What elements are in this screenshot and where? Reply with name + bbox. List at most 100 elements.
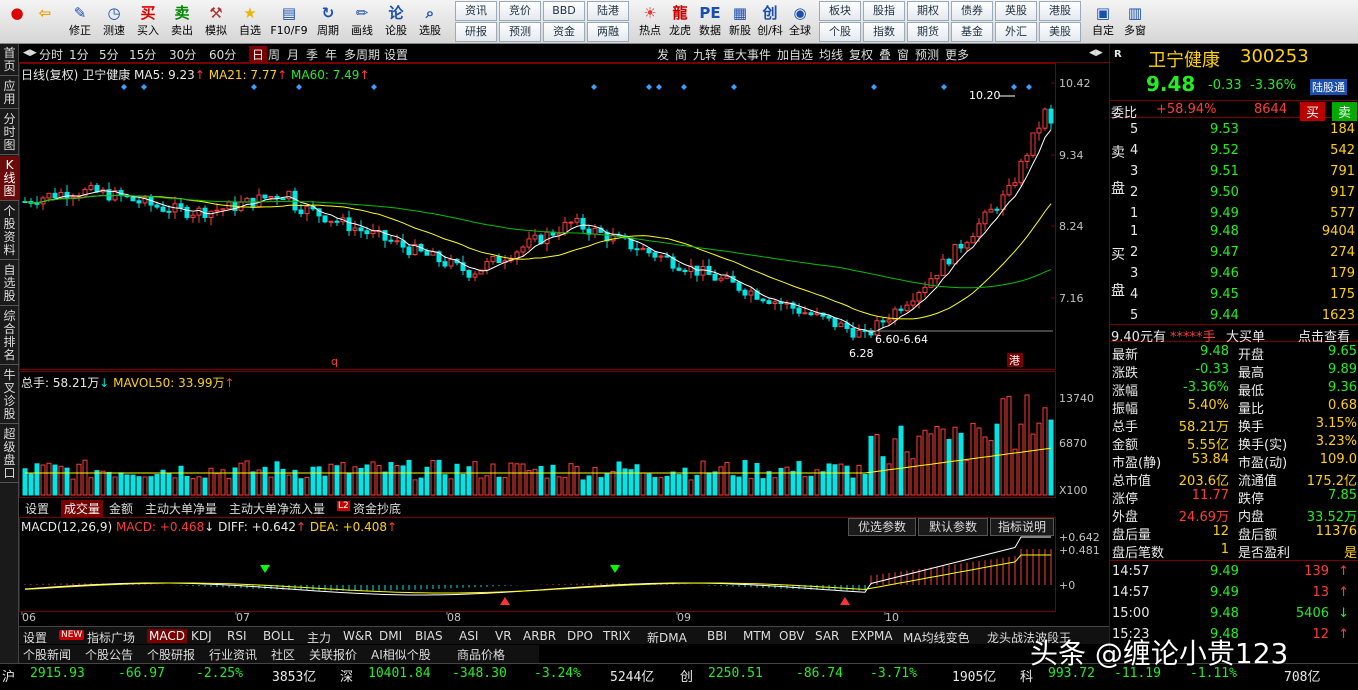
toolbar-button-画线[interactable]: ✏ 画线 [345,2,379,42]
chart-tool-窗[interactable]: 窗 [897,46,909,63]
indicator-tab-13[interactable]: DPO [567,629,593,643]
news-tab-7[interactable]: 商品价格 [457,646,505,663]
toolbar-button-卖出[interactable]: 卖卖出 [165,2,199,42]
macd-btn-1[interactable]: 默认参数 [918,518,988,536]
indicator-tab-12[interactable]: ARBR [523,629,556,643]
chart-tool-均线[interactable]: 均线 [819,46,843,63]
sidebar-tab-6[interactable]: 综合排名 [0,307,19,365]
toolbar-button-新股[interactable]: ▦ 新股 [725,2,755,42]
toolbar-link-期权[interactable]: 期权 [907,1,949,21]
toolbar-button-测速[interactable]: ◷ 测速 [97,2,131,42]
toolbar-button-F10/F9[interactable]: ▤ F10/F9 [267,2,311,42]
period-tab-周[interactable]: 周 [268,46,280,63]
news-tab-6[interactable]: AI相似个股 [371,646,431,663]
sidebar-tab-7[interactable]: 牛叉诊股 [0,366,19,424]
chart-tool-重大事件[interactable]: 重大事件 [723,46,771,63]
sidebar-tab-1[interactable]: 应用 [0,77,19,109]
toolbar-button-周期[interactable]: ↻ 周期 [311,2,345,42]
sub-tab-5[interactable]: 资金抄底 [353,500,401,517]
toolbar-button-全球[interactable]: ◉ 全球 [785,2,815,42]
period-tab-15分[interactable]: 15分 [129,46,156,63]
news-tab-2[interactable]: 个股研报 [147,646,195,663]
indicator-tab-14[interactable]: TRIX [603,629,630,643]
toolbar-button-自选[interactable]: ★ 自选 [233,2,267,42]
period-tab-分时[interactable]: 分时 [39,46,63,63]
toolbar-link-股指[interactable]: 股指 [863,1,905,21]
indicator-tab-20[interactable]: EXPMA [851,629,893,643]
indicator-tab-18[interactable]: OBV [779,629,805,643]
toolbar-link-个股[interactable]: 个股 [819,22,861,42]
sub-tab-2[interactable]: 金额 [109,500,133,517]
indicator-tab-21[interactable]: MA均线变色 [903,629,970,646]
chart-tool-简[interactable]: 简 [675,46,687,63]
indicator-tab-17[interactable]: MTM [743,629,771,643]
toolbar-link-预测[interactable]: 预测 [499,22,541,42]
sub-tab-0[interactable]: 设置 [25,500,49,517]
sidebar-tab-8[interactable]: 超级盘口 [0,425,19,483]
sub-tab-3[interactable]: 主动大单净量 [145,500,217,517]
period-tab-1分[interactable]: 1分 [69,46,89,63]
period-tab-30分[interactable]: 30分 [169,46,196,63]
sell-button[interactable]: 卖 [1332,102,1358,121]
macd-btn-2[interactable]: 指标说明 [990,518,1054,536]
sidebar-tab-2[interactable]: 分时图 [0,110,19,155]
indicator-tab-11[interactable]: VR [495,629,512,643]
news-tab-5[interactable]: 关联报价 [309,646,357,663]
toolbar-button-选股[interactable]: ⌕ 选股 [413,2,447,42]
sidebar-tab-4[interactable]: 个股资料 [0,202,19,260]
macd-btn-0[interactable]: 优选参数 [848,518,916,536]
indicator-tab-5[interactable]: BOLL [263,629,294,643]
toolbar-link-BBD[interactable]: BBD [543,1,585,21]
scroll-arrows-icon[interactable]: ◀▶ [23,48,37,58]
period-tab-5分[interactable]: 5分 [99,46,119,63]
indicator-tab-9[interactable]: BIAS [415,629,443,643]
toolbar-link-美股[interactable]: 美股 [1039,22,1081,42]
kline-chart[interactable]: 10.42 9.34 8.24 7.16 10.20 6.286.60-6.64 q 港 137… [19,63,1109,625]
toolbar-link-资金[interactable]: 资金 [543,22,585,42]
toolbar-link-指数[interactable]: 指数 [863,22,905,42]
toolbar-button-论股[interactable]: 论论股 [379,2,413,42]
indicator-tab-19[interactable]: SAR [815,629,839,643]
chart-tool-加自选[interactable]: 加自选 [777,46,813,63]
chart-tool-发[interactable]: 发 [657,46,669,63]
toolbar-button-back-arrow-icon[interactable]: ⇦ [31,2,59,42]
toolbar-button-龙虎[interactable]: 龍龙虎 [665,2,695,42]
toolbar-link-竞价[interactable]: 竞价 [499,1,541,21]
indicator-tab-1[interactable]: 指标广场 [87,629,135,646]
sidebar-tab-3[interactable]: K线图 [0,156,19,201]
news-tab-4[interactable]: 社区 [271,646,295,663]
indicator-tab-2[interactable]: MACD [147,629,187,643]
chart-tool-九转[interactable]: 九转 [693,46,717,63]
toolbar-button-创/科[interactable]: 创创/科 [755,2,785,42]
toolbar-button-模拟[interactable]: ⚒ 模拟 [199,2,233,42]
news-tab-3[interactable]: 行业资讯 [209,646,257,663]
sub-tab-1[interactable]: 成交量 [61,500,104,517]
toolbar-link-两融[interactable]: 两融 [587,22,629,42]
indicator-tab-15[interactable]: 新DMA [647,629,687,646]
indicator-tab-6[interactable]: 主力 [307,629,331,646]
period-tab-年[interactable]: 年 [325,46,337,63]
indicator-tab-7[interactable]: W&R [343,629,373,643]
chart-tool-复权[interactable]: 复权 [849,46,873,63]
toolbar-link-外汇[interactable]: 外汇 [995,22,1037,42]
toolbar-button-red-circle-icon[interactable]: ● [3,2,31,42]
indicator-tab-8[interactable]: DMI [379,629,402,643]
sub-tab-4[interactable]: 主动大单净流入量 [229,500,325,517]
toolbar-link-资讯[interactable]: 资讯 [455,1,497,21]
sidebar-tab-5[interactable]: 自选股 [0,261,19,306]
indicator-tab-4[interactable]: RSI [227,629,247,643]
period-tab-季[interactable]: 季 [306,46,318,63]
toolbar-button-多窗[interactable]: ▥ 多窗 [1119,2,1151,42]
toolbar-link-期货[interactable]: 期货 [907,22,949,42]
toolbar-link-陆港[interactable]: 陆港 [587,1,629,21]
chart-tool-叠[interactable]: 叠 [879,46,891,63]
indicator-tab-0[interactable]: 设置 [23,629,47,646]
sidebar-tab-0[interactable]: 首页 [0,44,19,76]
period-tab-多周期[interactable]: 多周期 [344,46,380,63]
toolbar-button-修正[interactable]: ✎ 修正 [63,2,97,42]
news-tab-0[interactable]: 个股新闻 [23,646,71,663]
indicator-tab-10[interactable]: ASI [459,629,478,643]
period-tab-设置[interactable]: 设置 [384,46,408,63]
toolbar-link-港股[interactable]: 港股 [1039,1,1081,21]
toolbar-button-热点[interactable]: ☀ 热点 [635,2,665,42]
